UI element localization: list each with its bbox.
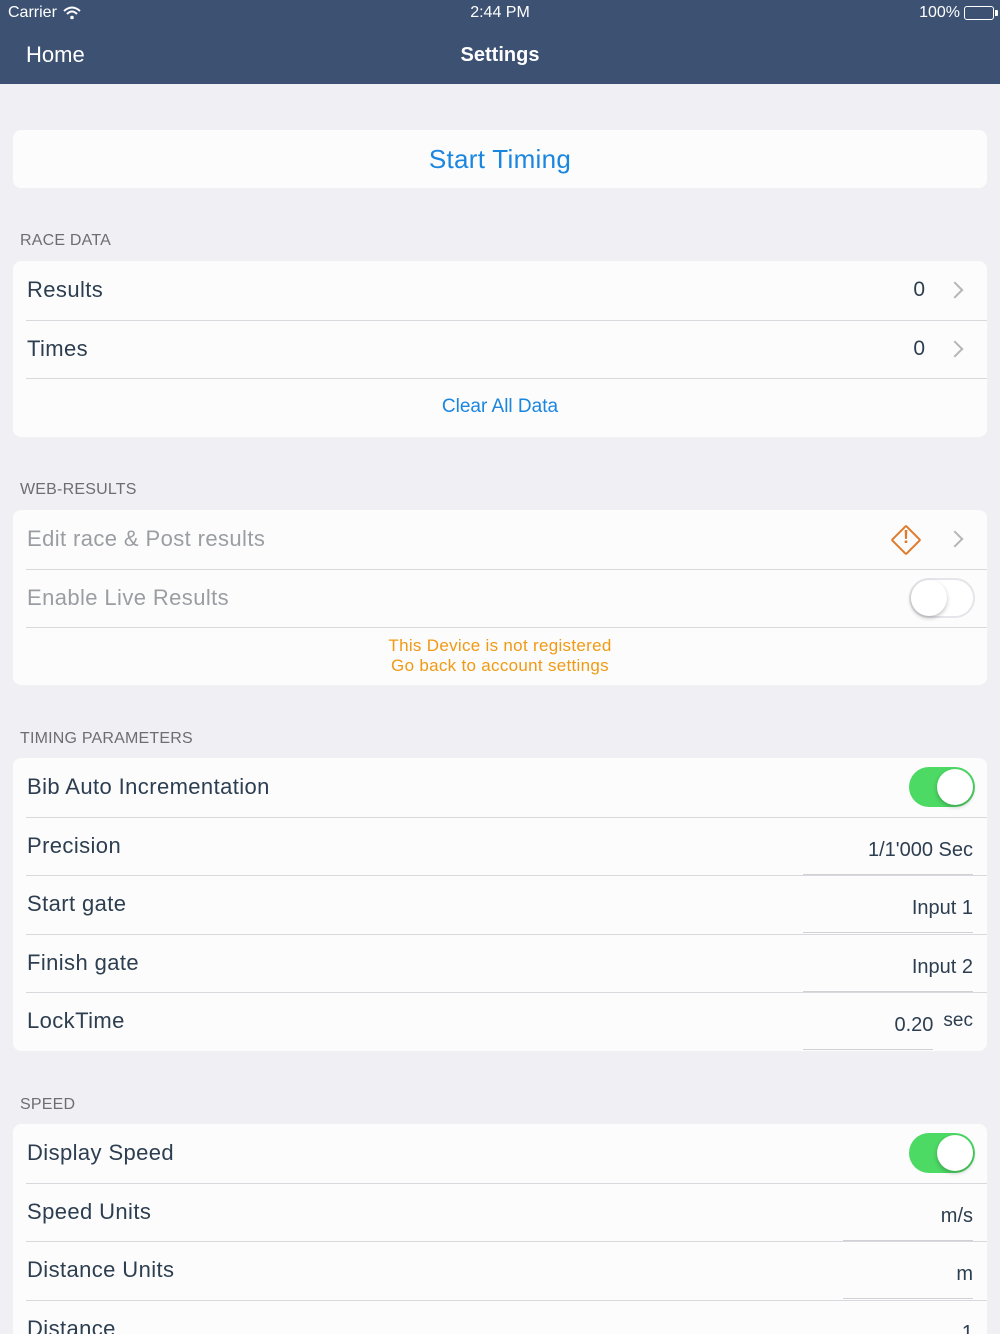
start-gate-row: Start gate Input 1: [13, 875, 987, 934]
speed-units-select[interactable]: m/s: [843, 1193, 973, 1241]
race-data-card: Results 0 Times 0 Clear All Data: [13, 261, 987, 437]
precision-select[interactable]: 1/1'000 Sec: [803, 827, 973, 875]
start-timing-card: Start Timing: [13, 130, 987, 188]
edit-race-row[interactable]: Edit race & Post results !: [13, 510, 987, 569]
bib-increment-label: Bib Auto Incrementation: [27, 774, 270, 800]
speed-units-label: Speed Units: [27, 1198, 152, 1224]
precision-label: Precision: [27, 832, 122, 858]
section-header-speed: SPEED: [20, 1096, 76, 1113]
page-title: Settings: [460, 44, 540, 66]
live-results-row: Enable Live Results: [13, 568, 987, 628]
times-row[interactable]: Times 0: [13, 319, 987, 379]
live-results-label: Enable Live Results: [27, 584, 230, 610]
battery-percent: 100%: [919, 4, 960, 21]
finish-gate-select[interactable]: Input 2: [803, 944, 973, 992]
distance-units-select[interactable]: m: [843, 1251, 973, 1300]
locktime-label: LockTime: [27, 1008, 125, 1034]
account-settings-link[interactable]: Go back to account settings: [391, 656, 609, 676]
display-speed-label: Display Speed: [27, 1140, 175, 1166]
distance-row: Distance 1: [13, 1299, 987, 1334]
warning-icon: !: [890, 524, 922, 556]
precision-row: Precision 1/1'000 Sec: [13, 816, 987, 876]
locktime-row: LockTime 0.20 sec: [13, 992, 987, 1051]
section-header-web-results: WEB-RESULTS: [20, 481, 137, 498]
timing-card: Bib Auto Incrementation Precision 1/1'00…: [13, 758, 987, 1051]
section-header-race-data: RACE DATA: [20, 232, 111, 249]
notice-line-1: This Device is not registered: [388, 636, 612, 655]
finish-gate-label: Finish gate: [27, 949, 140, 975]
results-label: Results: [27, 277, 104, 303]
navigation-bar: Carrier 2:44 PM 100% Home Settings: [0, 0, 1000, 84]
bib-increment-row: Bib Auto Incrementation: [13, 758, 987, 817]
edit-race-label: Edit race & Post results: [27, 526, 266, 552]
locktime-unit: sec: [943, 1010, 973, 1032]
start-gate-label: Start gate: [27, 891, 127, 917]
distance-input[interactable]: 1: [843, 1310, 973, 1334]
status-battery: 100%: [919, 4, 998, 22]
distance-units-label: Distance Units: [27, 1257, 175, 1283]
chevron-right-icon: [946, 530, 964, 548]
speed-card: Display Speed Speed Units m/s Distance U…: [13, 1124, 987, 1334]
results-count: 0: [913, 278, 925, 302]
speed-units-row: Speed Units m/s: [13, 1182, 987, 1242]
bib-increment-toggle[interactable]: [909, 767, 975, 808]
times-label: Times: [27, 335, 89, 361]
registration-notice: This Device is not registered Go back to…: [13, 627, 987, 685]
finish-gate-row: Finish gate Input 2: [13, 933, 987, 993]
live-results-toggle[interactable]: [909, 577, 975, 618]
start-gate-select[interactable]: Input 1: [803, 885, 973, 934]
chevron-right-icon: [946, 281, 964, 299]
web-results-card: Edit race & Post results ! Enable Live R…: [13, 510, 987, 685]
chevron-right-icon: [946, 340, 964, 358]
status-time: 2:44 PM: [470, 4, 530, 21]
section-header-timing: TIMING PARAMETERS: [20, 730, 193, 747]
display-speed-toggle[interactable]: [909, 1133, 975, 1174]
distance-units-row: Distance Units m: [13, 1241, 987, 1300]
locktime-input[interactable]: 0.20: [803, 1002, 934, 1051]
distance-label: Distance: [27, 1315, 116, 1334]
display-speed-row: Display Speed: [13, 1124, 987, 1183]
times-count: 0: [913, 336, 925, 360]
battery-icon: [964, 6, 998, 20]
start-timing-button[interactable]: Start Timing: [429, 144, 571, 175]
results-row[interactable]: Results 0: [13, 261, 987, 320]
clear-data-row: Clear All Data: [13, 378, 987, 437]
clear-all-data-button[interactable]: Clear All Data: [442, 396, 558, 418]
